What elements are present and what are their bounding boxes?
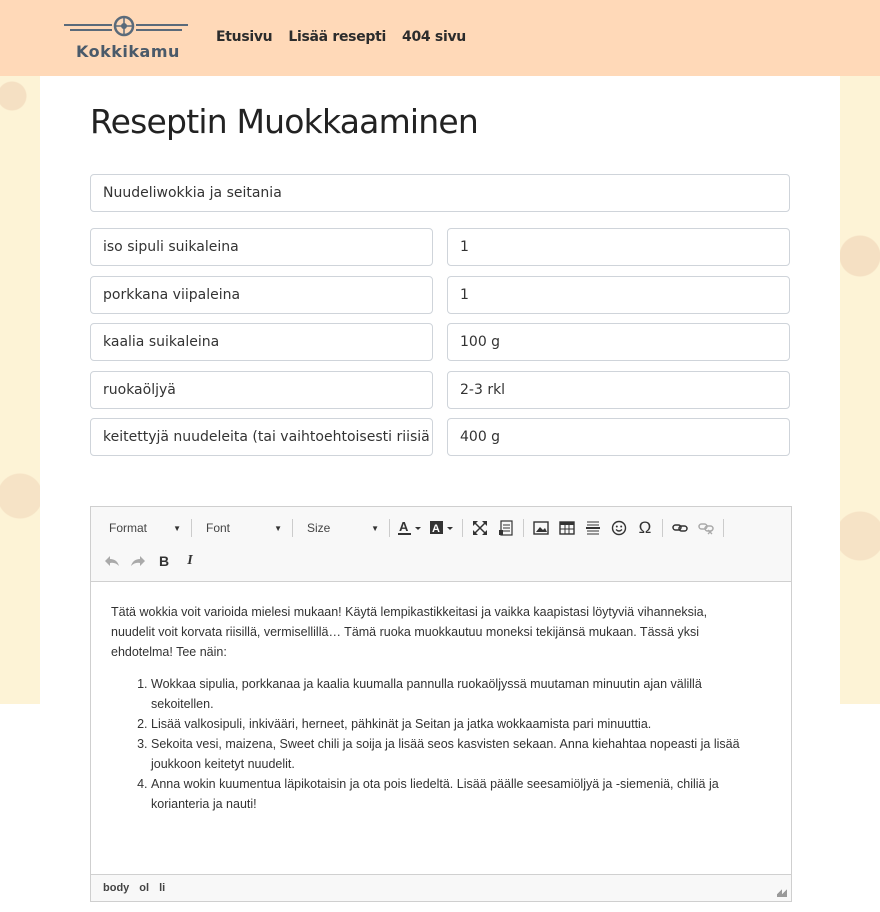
ingredient-name-input[interactable]: kaalia suikaleina [90,323,433,361]
font-dropdown-label: Font [206,521,231,535]
recipe-steps-list: Wokkaa sipulia, porkkanaa ja kaalia kuum… [151,674,745,814]
omega-icon: Ω [638,518,652,537]
smiley-icon [611,520,627,536]
path-element-li[interactable]: li [159,882,165,894]
toolbar-separator [292,519,293,537]
ingredient-name-input[interactable]: keitettyjä nuudeleita (tai vaihtoehtoise… [90,418,433,456]
bold-icon: B [158,553,170,569]
resize-handle-icon[interactable] [777,887,787,897]
format-dropdown-label: Format [109,521,148,535]
page-title: Reseptin Muokkaaminen [90,102,479,141]
ingredient-amount-input[interactable]: 400 g [447,418,790,456]
image-icon [533,521,549,535]
maximize-button[interactable] [467,516,493,540]
size-dropdown-label: Size [307,521,331,535]
undo-icon [105,556,119,566]
undo-button[interactable] [99,549,125,573]
text-color-icon: A [398,519,421,535]
ingredient-amount-input[interactable]: 1 [447,228,790,266]
nav-link-home[interactable]: Etusivu [216,29,273,45]
site-logo[interactable]: Kokkikamu [62,14,190,64]
chevron-down-icon: ▼ [173,523,181,533]
insert-image-button[interactable] [528,516,554,540]
redo-button[interactable] [125,549,151,573]
insert-table-button[interactable] [554,516,580,540]
insert-link-button[interactable] [667,516,693,540]
recipe-step: Anna wokin kuumentua läpikotaisin ja ota… [151,774,745,814]
nav-link-404[interactable]: 404 sivu [402,29,466,45]
logo-text: Kokkikamu [76,42,180,61]
background-color-icon: A [430,521,453,535]
nav-link-add-recipe[interactable]: Lisää resepti [288,29,386,45]
chevron-down-icon: ▼ [371,523,379,533]
ingredient-name-input[interactable]: porkkana viipaleina [90,276,433,314]
path-element-ol[interactable]: ol [139,882,149,894]
font-dropdown[interactable]: Font ▼ [196,517,288,539]
format-dropdown[interactable]: Format ▼ [99,517,187,539]
source-code-button[interactable] [493,516,519,540]
text-color-button[interactable]: A [394,516,426,540]
maximize-icon [473,521,487,535]
editor-toolbar: Format ▼ Font ▼ Size ▼ A A Ω B I [91,507,791,582]
main-content: Reseptin Muokkaaminen Nuudeliwokkia ja s… [40,76,840,912]
toolbar-separator [662,519,663,537]
site-header: Kokkikamu Etusivu Lisää resepti 404 sivu [0,0,880,76]
horizontal-rule-button[interactable] [580,516,606,540]
recipe-step: Wokkaa sipulia, porkkanaa ja kaalia kuum… [151,674,745,714]
unlink-button[interactable] [693,516,719,540]
path-element-body[interactable]: body [103,882,129,894]
size-dropdown[interactable]: Size ▼ [297,517,385,539]
editor-content-area[interactable]: Tätä wokkia voit varioida mielesi mukaan… [91,582,791,814]
toolbar-separator [723,519,724,537]
ingredient-amount-input[interactable]: 2-3 rkl [447,371,790,409]
horizontal-rule-icon [586,521,600,535]
bold-button[interactable]: B [151,549,177,573]
recipe-step: Lisää valkosipuli, inkivääri, herneet, p… [151,714,745,734]
italic-icon: I [187,553,193,568]
ingredient-amount-input[interactable]: 100 g [447,323,790,361]
recipe-intro-text: Tätä wokkia voit varioida mielesi mukaan… [111,605,708,659]
toolbar-separator [389,519,390,537]
svg-text:A: A [432,523,440,535]
link-icon [672,524,688,532]
italic-button[interactable]: I [177,549,203,573]
logo-wheel-icon [64,15,188,37]
toolbar-separator [462,519,463,537]
special-character-button[interactable]: Ω [632,516,658,540]
svg-text:A: A [399,519,409,534]
main-nav: Etusivu Lisää resepti 404 sivu [216,29,466,45]
background-color-button[interactable]: A [426,516,458,540]
toolbar-separator [523,519,524,537]
toolbar-separator [191,519,192,537]
chevron-down-icon: ▼ [274,523,282,533]
ingredient-name-input[interactable]: iso sipuli suikaleina [90,228,433,266]
recipe-step: Sekoita vesi, maizena, Sweet chili ja so… [151,734,745,774]
editor-statusbar: body ol li [91,874,791,901]
unlink-icon [698,523,714,535]
ingredient-name-input[interactable]: ruokaöljyä [90,371,433,409]
ingredient-amount-input[interactable]: 1 [447,276,790,314]
table-icon [559,521,575,535]
redo-icon [131,556,145,566]
rich-text-editor: Format ▼ Font ▼ Size ▼ A A Ω B I Tätä wo… [90,506,792,902]
recipe-name-input[interactable]: Nuudeliwokkia ja seitania [90,174,790,212]
insert-emoji-button[interactable] [606,516,632,540]
document-icon [499,520,513,536]
